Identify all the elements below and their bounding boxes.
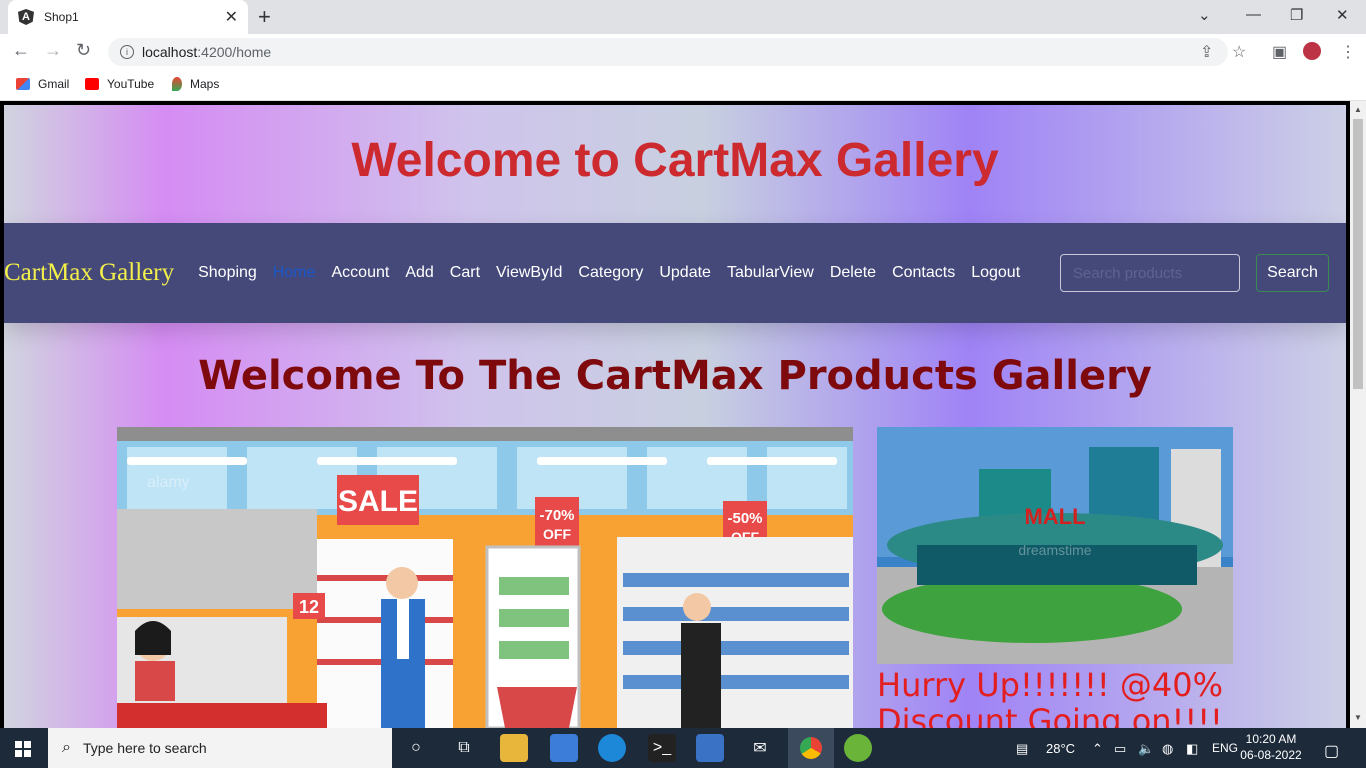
show-hidden-icons-icon[interactable]: ⌃	[1092, 741, 1103, 757]
back-arrow-icon[interactable]: ←	[12, 40, 30, 61]
bookmark-label: YouTube	[107, 77, 155, 91]
discount-50-text: -50%	[727, 510, 762, 527]
bookmark-star-icon[interactable]: ☆	[1232, 42, 1246, 62]
terminal-icon[interactable]: >_	[648, 734, 676, 762]
nav-link-shoping[interactable]: Shoping	[198, 264, 257, 282]
cortana-circle-icon[interactable]: ○	[402, 734, 430, 762]
scrollbar-thumb[interactable]	[1353, 119, 1363, 389]
store-watermark-text: alamy	[147, 474, 190, 491]
tab-title: Shop1	[44, 10, 79, 24]
promo-line-1: Hurry Up!!!!!!! @40%	[877, 666, 1224, 704]
scroll-down-arrow-icon[interactable]: ▼	[1354, 713, 1362, 722]
angular-favicon-icon: A	[18, 9, 34, 25]
hero-title: Welcome to CartMax Gallery	[351, 134, 999, 187]
nav-link-viewbyid[interactable]: ViewById	[496, 264, 562, 282]
nav-link-update[interactable]: Update	[659, 264, 711, 282]
sale-sign-text: SALE	[338, 485, 418, 518]
edge-browser-icon[interactable]	[598, 734, 626, 762]
page-viewport: Welcome to CartMax Gallery CartMax Galle…	[0, 101, 1366, 728]
nav-link-cart[interactable]: Cart	[450, 264, 480, 282]
file-explorer-icon[interactable]	[500, 734, 528, 762]
search-icon: ⌕	[62, 739, 71, 756]
mail-icon[interactable]: ✉	[746, 734, 774, 762]
omnibox[interactable]: i localhost:4200/home	[108, 38, 1228, 66]
discount-70-text: -70%	[539, 507, 574, 524]
bookmark-youtube[interactable]: YouTube	[85, 77, 154, 91]
search-button[interactable]: Search	[1256, 254, 1329, 292]
windows-start-icon[interactable]	[15, 741, 31, 757]
discount-70-off-text: OFF	[543, 526, 571, 542]
network-icon[interactable]: ◍	[1162, 741, 1173, 757]
spring-tool-icon[interactable]	[844, 734, 872, 762]
maps-pin-icon	[172, 77, 182, 91]
nav-link-delete[interactable]: Delete	[830, 264, 876, 282]
site-info-icon[interactable]: i	[120, 45, 134, 59]
battery-icon[interactable]: ▭	[1114, 741, 1126, 757]
gallery-subtitle: Welcome To The CartMax Products Gallery	[198, 353, 1152, 399]
profile-avatar[interactable]	[1303, 42, 1321, 60]
reload-icon[interactable]: ↻	[76, 40, 91, 61]
nav-link-contacts[interactable]: Contacts	[892, 264, 955, 282]
task-view-icon[interactable]: ⧉	[450, 734, 478, 762]
nav-link-tabularview[interactable]: TabularView	[727, 264, 814, 282]
weather-icon[interactable]: ▤	[1016, 741, 1028, 757]
taskbar-search-placeholder: Type here to search	[82, 740, 207, 756]
url-text[interactable]: localhost:4200/home	[142, 44, 271, 60]
clock-time: 10:20 AM	[1245, 732, 1297, 746]
photos-icon[interactable]	[696, 734, 724, 762]
nav-link-add[interactable]: Add	[405, 264, 433, 282]
nav-links: Shoping Home Account Add Cart ViewById C…	[198, 264, 1036, 282]
nav-link-account[interactable]: Account	[332, 264, 390, 282]
mall-sign-text: MALL	[1024, 504, 1085, 529]
gmail-icon	[16, 78, 30, 90]
mall-watermark-text: dreamstime	[1018, 542, 1091, 558]
notification-icon[interactable]: ▢	[1324, 741, 1339, 761]
browser-tab-strip: A Shop1 ✕ + ⌄ — ❐ ✕	[0, 0, 1366, 34]
page-scrollbar[interactable]: ▲ ▼	[1350, 101, 1366, 728]
search-input[interactable]	[1060, 254, 1240, 292]
page-body: Welcome to CartMax Gallery CartMax Galle…	[4, 105, 1346, 728]
bookmark-gmail[interactable]: Gmail	[16, 77, 69, 91]
browser-tab[interactable]: A Shop1 ✕	[8, 0, 248, 34]
temperature-text[interactable]: 28°C	[1046, 741, 1075, 756]
share-icon[interactable]: ⇪	[1200, 42, 1213, 62]
side-panel-icon[interactable]: ▣	[1272, 42, 1287, 62]
window-close-icon[interactable]: ✕	[1336, 6, 1349, 24]
promo-line-2: Discount Going on!!!!	[877, 702, 1223, 728]
nav-link-home[interactable]: Home	[273, 264, 316, 282]
chrome-icon	[800, 737, 822, 759]
supermarket-image: SALE -70% OFF -50% OFF 12	[117, 427, 853, 728]
shelf-number-text: 12	[299, 597, 319, 617]
taskbar-clock[interactable]: 10:20 AM 06-08-2022	[1240, 731, 1302, 763]
pen-workspace-icon[interactable]: ◧	[1186, 741, 1198, 757]
scroll-up-arrow-icon[interactable]: ▲	[1354, 105, 1362, 114]
youtube-icon	[85, 78, 99, 90]
bookmark-label: Maps	[190, 77, 220, 91]
volume-icon[interactable]: 🔈	[1138, 741, 1154, 757]
new-tab-plus-icon[interactable]: +	[258, 4, 271, 30]
taskbar-search-box[interactable]: ⌕ Type here to search	[48, 728, 392, 768]
discount-promo-text: Hurry Up!!!!!!! @40% Discount Going on!!…	[877, 667, 1297, 728]
clock-date: 06-08-2022	[1240, 748, 1302, 762]
forward-arrow-icon[interactable]: →	[44, 40, 62, 61]
minimize-icon[interactable]: —	[1246, 6, 1261, 23]
nav-link-category[interactable]: Category	[578, 264, 643, 282]
restore-icon[interactable]: ❐	[1290, 6, 1303, 24]
nav-link-logout[interactable]: Logout	[971, 264, 1020, 282]
tab-close-icon[interactable]: ✕	[225, 7, 238, 27]
control-panel-icon[interactable]	[550, 734, 578, 762]
navbar-brand[interactable]: CartMax Gallery	[4, 259, 174, 287]
main-navbar: CartMax Gallery Shoping Home Account Add…	[4, 223, 1346, 323]
chrome-menu-icon[interactable]: ⋮	[1340, 42, 1356, 62]
language-indicator[interactable]: ENG	[1212, 741, 1238, 755]
bookmark-label: Gmail	[38, 77, 70, 91]
chrome-taskbar-button[interactable]	[788, 728, 834, 768]
mall-image: MALL dreamstime	[877, 427, 1233, 664]
bookmark-maps[interactable]: Maps	[172, 77, 219, 91]
tab-search-chevron-icon[interactable]: ⌄	[1198, 6, 1211, 24]
